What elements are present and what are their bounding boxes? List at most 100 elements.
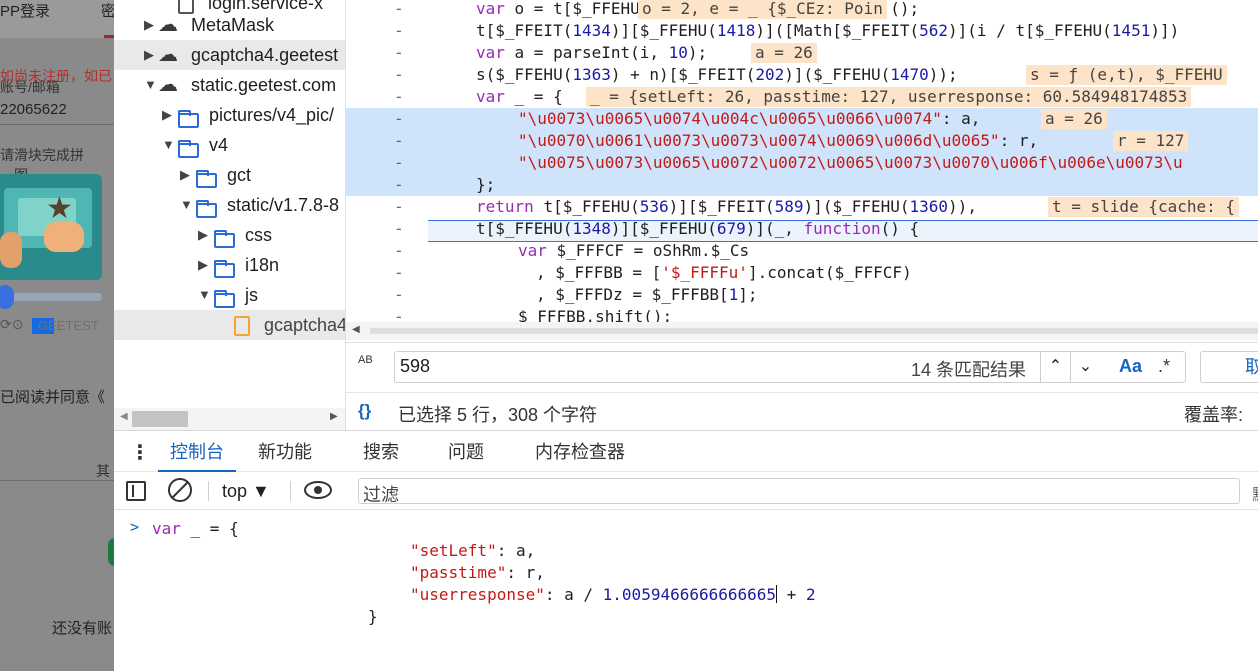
console-line-5: } <box>368 607 378 626</box>
tree-item-pictures[interactable]: ▶ pictures/v4_pic/ <box>114 100 345 130</box>
default-levels-label[interactable]: 默 <box>1252 481 1258 505</box>
chevron-right-icon[interactable]: ▶ <box>162 100 172 130</box>
source-code-editor[interactable]: -var o = t[$_FFEHU(1426)] - e[$_FFEIT(14… <box>346 0 1258 322</box>
code-text: s($_FFEHU(1363) + n)[$_FFEIT(202)]($_FFE… <box>476 65 958 84</box>
phone-input-value[interactable]: 22065622 <box>0 101 67 118</box>
code-line[interactable]: - t[$_FFEHU(1348)][$_FFEHU(679)](_, funct… <box>346 218 1258 240</box>
regex-button[interactable]: .* <box>1158 356 1170 377</box>
line-gutter-mark[interactable]: - <box>394 108 404 130</box>
pretty-print-icon[interactable]: {} <box>358 401 371 421</box>
tree-item-gcaptcha4[interactable]: ▶ ☁ gcaptcha4.geetest <box>114 40 345 70</box>
agree-terms-text[interactable]: 已阅读并同意《 <box>0 386 105 407</box>
inline-value-badge: r = 127 <box>1113 131 1189 151</box>
slide-captcha-tip: 请滑块完成拼 <box>0 147 84 163</box>
line-gutter-mark[interactable]: - <box>394 240 404 262</box>
folder-icon <box>178 130 199 160</box>
console-toolbar: top ▼ 过滤 默 <box>114 472 1258 510</box>
code-line[interactable]: -var o = t[$_FFEHU(1426)] - e[$_FFEIT(14… <box>346 0 1258 20</box>
code-line[interactable]: - return t[$_FFEHU(536)][$_FFEIT(589)]($_… <box>346 196 1258 218</box>
scroll-left-icon[interactable]: ◀ <box>120 411 128 422</box>
tree-item-js[interactable]: ▼ js <box>114 280 345 310</box>
next-match-button[interactable]: ⌄ <box>1070 351 1100 383</box>
tree-item-v4[interactable]: ▼ v4 <box>114 130 345 160</box>
code-line[interactable]: - var _ = {_ = {setLeft: 26, passtime: 12… <box>346 86 1258 108</box>
scrollbar-thumb[interactable] <box>132 411 188 427</box>
code-text: , $_FFFDz = $_FFFBB[1]; <box>536 285 758 304</box>
tree-item-static-version[interactable]: ▼ static/v1.7.8-8 <box>114 190 345 220</box>
code-line[interactable]: - s($_FFEHU(1363) + n)[$_FFEIT(202)]($_FF… <box>346 64 1258 86</box>
line-gutter-mark[interactable]: - <box>394 306 404 322</box>
context-selector[interactable]: top ▼ <box>222 481 270 502</box>
line-gutter-mark[interactable]: - <box>394 262 404 284</box>
line-gutter-mark[interactable]: - <box>394 64 404 86</box>
chevron-right-icon[interactable]: ▶ <box>180 160 190 190</box>
chevron-right-icon[interactable]: ▶ <box>198 220 208 250</box>
scroll-left-icon[interactable]: ◀ <box>352 324 360 335</box>
tab-console[interactable]: 控制台 <box>158 431 236 473</box>
code-line[interactable]: - var a = parseInt(i, 10); a = 26 <box>346 42 1258 64</box>
code-line[interactable]: - , $_FFFBB = ['$_FFFFu'].concat($_FFFCF) <box>346 262 1258 284</box>
coverage-status: 覆盖率: <box>1184 405 1244 425</box>
register-hint[interactable]: 如尚未注册，如已 <box>0 66 112 86</box>
sidebar-toggle-icon[interactable] <box>126 481 146 501</box>
tab-whats-new[interactable]: 新功能 <box>258 431 312 473</box>
tab-app-login[interactable]: PP登录 <box>0 0 50 21</box>
refresh-icon[interactable]: ⟳⊙ <box>0 316 23 333</box>
tree-item-css[interactable]: ▶ css <box>114 220 345 250</box>
match-case-toggle-icon[interactable]: AB <box>358 355 373 366</box>
chevron-down-icon[interactable]: ▼ <box>180 190 193 220</box>
tree-item-static-geetest[interactable]: ▼ ☁ static.geetest.com <box>114 70 345 100</box>
tab-password-login[interactable]: 密 <box>101 0 114 21</box>
chevron-down-icon[interactable]: ▼ <box>198 280 211 310</box>
code-line[interactable]: - "\u0070\u0061\u0073\u0073\u0074\u0069\u… <box>346 130 1258 152</box>
search-query[interactable]: 598 <box>400 356 430 377</box>
line-gutter-mark[interactable]: - <box>394 174 404 196</box>
chevron-down-icon[interactable]: ▼ <box>162 130 175 160</box>
chevron-down-icon[interactable]: ▼ <box>144 70 157 100</box>
tab-issues[interactable]: 问题 <box>448 431 484 473</box>
line-gutter-mark[interactable]: - <box>394 218 404 240</box>
code-line[interactable]: -}; <box>346 174 1258 196</box>
code-line[interactable]: - , $_FFFDz = $_FFFBB[1]; <box>346 284 1258 306</box>
tree-item-gcaptcha4-js[interactable]: gcaptcha4 <box>114 310 345 340</box>
match-case-button[interactable]: Aa <box>1119 356 1142 377</box>
console-filter-input[interactable] <box>358 478 1240 504</box>
line-gutter-mark[interactable]: - <box>394 196 404 218</box>
slider-knob[interactable] <box>0 285 14 309</box>
section-divider <box>0 480 114 481</box>
code-line[interactable]: - "\u0075\u0073\u0065\u0072\u0072\u0065\u… <box>346 152 1258 174</box>
slider-track[interactable] <box>10 293 102 301</box>
tab-search[interactable]: 搜索 <box>363 431 399 473</box>
tree-item-gct[interactable]: ▶ gct <box>114 160 345 190</box>
scrollbar-track[interactable] <box>370 328 1258 334</box>
tab-memory-inspector[interactable]: 内存检查器 <box>535 431 625 473</box>
tree-horizontal-scrollbar[interactable]: ◀ ▶ <box>114 408 345 430</box>
code-line[interactable]: - $_FFFBB.shift(); <box>346 306 1258 322</box>
tree-item-metamask[interactable]: ▶ ☁ MetaMask <box>114 10 345 40</box>
code-text: var _ = { <box>476 87 563 106</box>
line-gutter-mark[interactable]: - <box>394 86 404 108</box>
code-line[interactable]: - "\u0073\u0065\u0074\u004c\u0065\u0066\u… <box>346 108 1258 130</box>
cancel-button[interactable]: 取 <box>1200 351 1258 383</box>
code-line[interactable]: - t[$_FFEIT(1434)][$_FFEHU(1418)]([Math[$… <box>346 20 1258 42</box>
inline-value-badge: a = 26 <box>1041 109 1107 129</box>
code-horizontal-scrollbar[interactable]: ◀ <box>346 322 1258 340</box>
more-tools-icon[interactable]: ⋮ <box>130 440 150 465</box>
line-gutter-mark[interactable]: - <box>394 284 404 306</box>
tree-item-i18n[interactable]: ▶ i18n <box>114 250 345 280</box>
chevron-right-icon[interactable]: ▶ <box>144 40 154 70</box>
line-gutter-mark[interactable]: - <box>394 20 404 42</box>
line-gutter-mark[interactable]: - <box>394 130 404 152</box>
line-gutter-mark[interactable]: - <box>394 42 404 64</box>
code-line[interactable]: - var $_FFFCF = oShRm.$_Cs <box>346 240 1258 262</box>
line-gutter-mark[interactable]: - <box>394 0 404 20</box>
live-expression-eye-icon[interactable] <box>304 481 332 499</box>
scroll-right-icon[interactable]: ▶ <box>330 411 338 422</box>
console-output[interactable]: > var _ = { "setLeft": a, "passtime": r,… <box>114 510 1258 671</box>
line-gutter-mark[interactable]: - <box>394 152 404 174</box>
previous-match-button[interactable]: ⌃ <box>1040 351 1070 383</box>
chevron-right-icon[interactable]: ▶ <box>198 250 208 280</box>
clear-console-icon[interactable] <box>168 478 192 502</box>
chevron-right-icon[interactable]: ▶ <box>144 10 154 40</box>
no-account-text[interactable]: 还没有账 <box>52 617 112 638</box>
